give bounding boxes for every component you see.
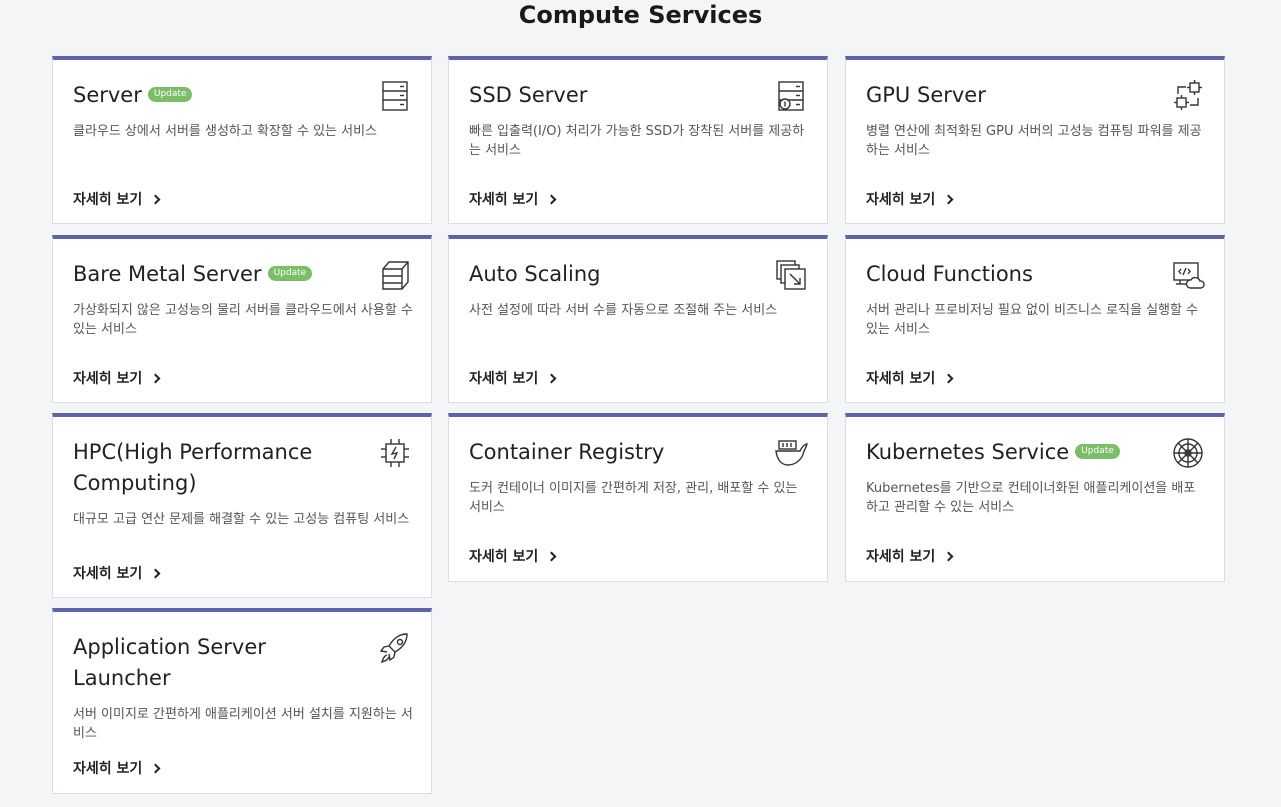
chevron-right-icon	[546, 194, 557, 205]
card-description: 클라우드 상에서 서버를 생성하고 확장할 수 있는 서비스	[73, 124, 378, 139]
chevron-right-icon	[943, 194, 954, 205]
card-description: Kubernetes를 기반으로 컨테이너화된 애플리케이션을 배포하고 관리할…	[866, 481, 1196, 515]
view-details-link[interactable]: 자세히 보기	[866, 548, 954, 566]
card-description: 도커 컨테이너 이미지를 간편하게 저장, 관리, 배포할 수 있는 서비스	[469, 481, 798, 515]
card-title: Auto Scaling	[469, 262, 601, 286]
update-badge: Update	[267, 265, 313, 281]
section-title: Compute Services	[518, 1, 763, 29]
view-details-link[interactable]: 자세히 보기	[866, 191, 954, 209]
service-card-container-registry[interactable]: Container Registry 도커 컨테이너 이미지를 간편하게 저장,…	[448, 413, 828, 582]
card-description: 대규모 고급 연산 문제를 해결할 수 있는 고성능 컴퓨팅 서비스	[73, 512, 410, 527]
bare-metal-cube-icon	[377, 257, 413, 293]
rocket-icon	[377, 630, 413, 666]
service-card-application-server-launcher[interactable]: Application Server Launcher 서버 이미지로 간편하게…	[52, 608, 432, 794]
view-details-link[interactable]: 자세히 보기	[469, 548, 557, 566]
service-card-auto-scaling[interactable]: Auto Scaling 사전 설정에 따라 서버 수를 자동으로 조절해 주는…	[448, 235, 828, 403]
card-title: Cloud Functions	[866, 262, 1033, 286]
gpu-chip-icon	[1170, 78, 1206, 114]
service-card-server[interactable]: Server Update 클라우드 상에서 서버를 생성하고 확장할 수 있는 …	[52, 56, 432, 224]
cloud-functions-icon	[1170, 257, 1206, 293]
view-details-link[interactable]: 자세히 보기	[73, 191, 161, 209]
card-description: 사전 설정에 따라 서버 수를 자동으로 조절해 주는 서비스	[469, 303, 778, 318]
card-title: Bare Metal Server Update	[73, 259, 373, 290]
server-icon	[377, 78, 413, 114]
chevron-right-icon	[943, 551, 954, 562]
card-description: 빠른 입출력(I/O) 처리가 가능한 SSD가 장착된 서버를 제공하는 서비…	[469, 124, 805, 158]
service-card-gpu-server[interactable]: GPU Server 병렬 연산에 최적화된 GPU 서버의 고성능 컴퓨팅 파…	[845, 56, 1225, 224]
chevron-right-icon	[943, 373, 954, 384]
service-card-hpc[interactable]: HPC(High Performance Computing) 대규모 고급 연…	[52, 413, 432, 598]
view-details-link[interactable]: 자세히 보기	[469, 191, 557, 209]
view-details-link[interactable]: 자세히 보기	[866, 370, 954, 388]
ssd-server-icon	[773, 78, 809, 114]
card-title: Application Server Launcher	[73, 635, 266, 690]
chevron-right-icon	[150, 568, 161, 579]
hpc-chip-icon	[377, 435, 413, 471]
chevron-right-icon	[546, 373, 557, 384]
card-description: 서버 관리나 프로비저닝 필요 없이 비즈니스 로직을 실행할 수 있는 서비스	[866, 303, 1199, 337]
card-title: Server Update	[73, 80, 373, 111]
service-card-cloud-functions[interactable]: Cloud Functions 서버 관리나 프로비저닝 필요 없이 비즈니스 …	[845, 235, 1225, 403]
update-badge: Update	[147, 86, 193, 102]
kubernetes-helm-icon	[1170, 435, 1206, 471]
container-registry-icon	[773, 435, 809, 471]
card-title: Kubernetes Service Update	[866, 437, 1166, 468]
service-card-ssd-server[interactable]: SSD Server 빠른 입출력(I/O) 처리가 가능한 SSD가 장착된 …	[448, 56, 828, 224]
card-title: HPC(High Performance Computing)	[73, 440, 313, 495]
card-description: 병렬 연산에 최적화된 GPU 서버의 고성능 컴퓨팅 파워를 제공하는 서비스	[866, 124, 1202, 158]
service-card-kubernetes-service[interactable]: Kubernetes Service Update Kubernetes를 기반으…	[845, 413, 1225, 582]
auto-scaling-icon	[773, 257, 809, 293]
update-badge: Update	[1075, 443, 1120, 459]
card-title: SSD Server	[469, 83, 588, 107]
card-description: 서버 이미지로 간편하게 애플리케이션 서버 설치를 지원하는 서비스	[73, 707, 413, 741]
view-details-link[interactable]: 자세히 보기	[73, 760, 161, 778]
view-details-link[interactable]: 자세히 보기	[469, 370, 557, 388]
service-card-bare-metal-server[interactable]: Bare Metal Server Update 가상화되지 않은 고성능의 물리…	[52, 235, 432, 403]
card-title: Container Registry	[469, 440, 665, 464]
card-description: 가상화되지 않은 고성능의 물리 서버를 클라우드에서 사용할 수 있는 서비스	[73, 303, 413, 337]
card-title: GPU Server	[866, 83, 986, 107]
view-details-link[interactable]: 자세히 보기	[73, 565, 161, 583]
chevron-right-icon	[150, 194, 161, 205]
chevron-right-icon	[150, 763, 161, 774]
chevron-right-icon	[546, 551, 557, 562]
view-details-link[interactable]: 자세히 보기	[73, 370, 161, 388]
chevron-right-icon	[150, 373, 161, 384]
